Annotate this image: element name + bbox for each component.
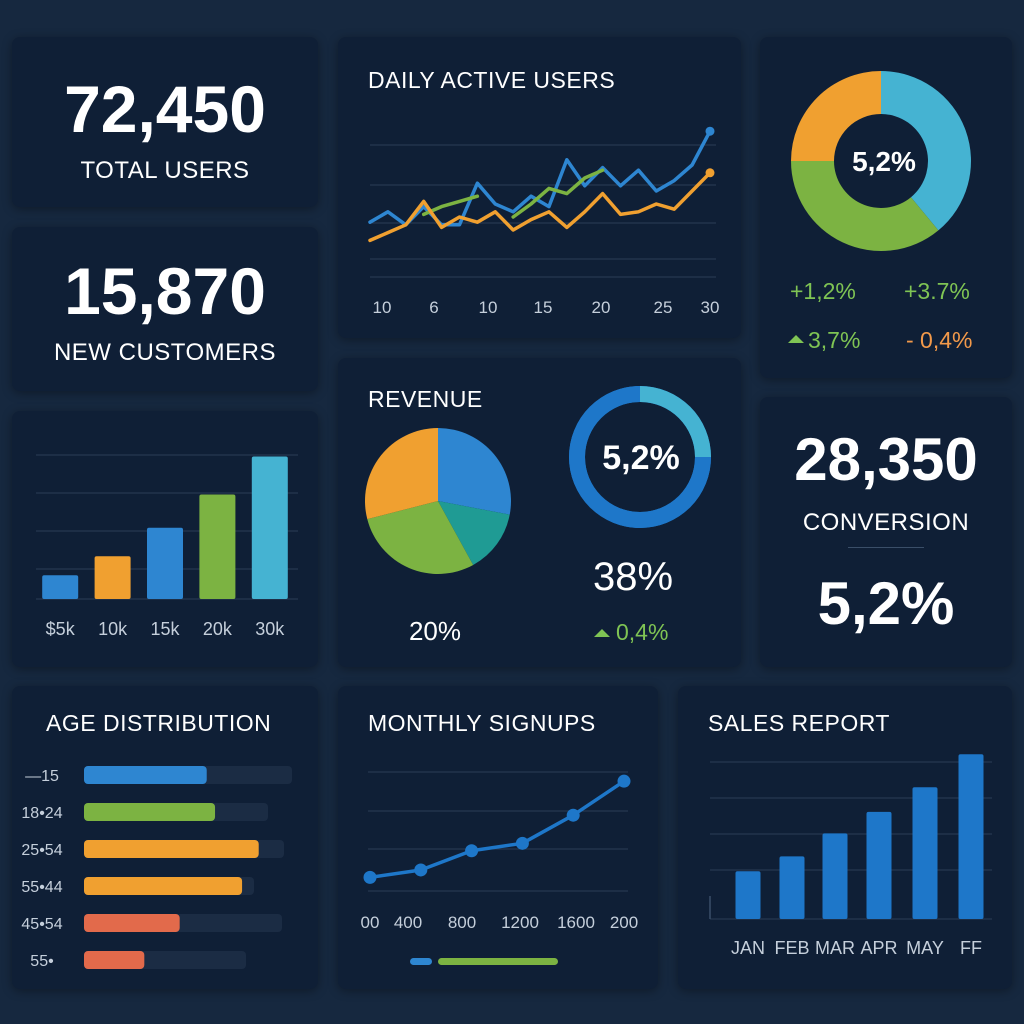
sales-report-chart: JAN FEB MAR APR MAY FF [709, 754, 992, 958]
sales-x-tick: MAY [906, 938, 944, 958]
dau-series-1-line-1 [511, 168, 605, 219]
signups-point [617, 774, 631, 788]
dau-series-2-line-0 [368, 171, 712, 243]
amounts-bar-chart: $5k 10k 15k 20k 30k [36, 454, 298, 639]
new-customers-value: 15,870 [64, 254, 266, 328]
monthly-signups-card: MONTHLY SIGNUPS 00 400 800 1200 1600 200 [338, 686, 658, 989]
revenue-pie-label: 20% [409, 616, 461, 646]
signups-point [465, 844, 479, 858]
signups-legend-swatch-green [438, 958, 558, 965]
amounts-x-tick: $5k [46, 619, 76, 639]
total-users-value: 72,450 [64, 72, 266, 146]
signups-legend-swatch-blue [410, 958, 432, 965]
revenue-charts: 20% 5,2% 38% 0,4% [365, 386, 711, 646]
amounts-x-tick: 30k [255, 619, 285, 639]
donut-stat-0: +1,2% [790, 278, 856, 304]
new-customers-card: 15,870 NEW CUSTOMERS [12, 227, 318, 391]
dau-series-2-endpoint [705, 168, 715, 178]
dau-x-tick: 25 [654, 298, 673, 317]
amounts-bar [94, 556, 131, 599]
age-label: 45•54 [21, 916, 62, 933]
sales-x-tick: MAR [815, 938, 855, 958]
sales-x-tick: JAN [731, 938, 765, 958]
monthly-signups-chart: 00 400 800 1200 1600 200 [361, 771, 638, 965]
conversion-value: 28,350 [794, 426, 978, 493]
dau-x-tick: 20 [592, 298, 611, 317]
age-bar [84, 766, 207, 784]
sales-x-tick: FF [960, 938, 982, 958]
signups-point [363, 870, 377, 884]
conversion-card: 28,350 CONVERSION 5,2% [760, 397, 1012, 667]
amounts-bar [251, 456, 288, 599]
age-bar [84, 914, 180, 932]
age-bar [84, 951, 145, 969]
donut-stat-1: +3.7% [904, 278, 970, 304]
dau-x-tick: 10 [479, 298, 498, 317]
triangle-up-icon [594, 629, 610, 637]
dau-series-0-endpoint [705, 126, 715, 136]
signups-x-tick: 1600 [557, 913, 595, 932]
signups-line [369, 779, 625, 880]
dau-x-tick: 30 [701, 298, 720, 317]
total-users-card: 72,450 TOTAL USERS [12, 37, 318, 207]
age-label: 18•24 [21, 805, 62, 822]
daily-active-users-card: DAILY ACTIVE USERS 10 6 10 15 20 25 30 [338, 37, 741, 338]
revenue-card: REVENUE 20% 5,2% 38% 0,4% [338, 358, 741, 667]
sales-bar [779, 856, 805, 919]
dau-x-tick: 10 [373, 298, 392, 317]
amounts-x-tick: 10k [98, 619, 128, 639]
sales-report-card: SALES REPORT JAN FEB MAR APR MAY FF [678, 686, 1012, 989]
age-label: —15 [25, 768, 59, 785]
signups-x-tick: 800 [448, 913, 476, 932]
sales-bar [958, 754, 984, 919]
sales-x-tick: APR [860, 938, 897, 958]
age-bar [84, 877, 243, 895]
conversion-divider [848, 547, 924, 548]
age-distribution-card: AGE DISTRIBUTION —15 18•24 25•54 55•44 45•54… [12, 686, 318, 989]
total-users-label: TOTAL USERS [80, 157, 250, 184]
amounts-bar [199, 494, 236, 599]
age-bar [84, 803, 216, 821]
donut-stat-3: - 0,4% [906, 327, 972, 353]
dau-x-tick: 6 [429, 298, 438, 317]
daily-active-users-chart: 10 6 10 15 20 25 30 [368, 126, 720, 317]
age-label: 25•54 [21, 842, 62, 859]
signups-point [414, 863, 428, 877]
revenue-ring-value: 38% [593, 555, 673, 599]
triangle-up-icon [788, 335, 804, 343]
sales-x-tick: FEB [774, 938, 809, 958]
conversion-rate: 5,2% [817, 570, 955, 637]
signups-point [566, 808, 580, 822]
revenue-change: 0,4% [616, 619, 668, 645]
donut-stats-card: 5,2% +1,2% +3.7% 3,7% - 0,4% [760, 37, 1012, 378]
sales-bar [822, 833, 848, 919]
revenue-ring-label: 5,2% [602, 439, 680, 477]
signups-point [515, 836, 529, 850]
amounts-bar-card: $5k 10k 15k 20k 30k [12, 411, 318, 667]
age-label: 55• [30, 953, 53, 970]
dau-x-tick: 15 [534, 298, 553, 317]
sales-bar [735, 871, 761, 919]
signups-x-tick: 1200 [501, 913, 539, 932]
amounts-x-tick: 20k [203, 619, 233, 639]
sales-bar [912, 787, 938, 919]
signups-x-tick: 200 [610, 913, 638, 932]
age-distribution-chart: —15 18•24 25•54 55•44 45•54 55• [21, 766, 292, 970]
sales-bar [866, 811, 892, 919]
revenue-pie-slice-0 [438, 428, 511, 515]
amounts-bar [147, 527, 183, 599]
signups-x-tick: 00 [361, 913, 380, 932]
signups-x-tick: 400 [394, 913, 422, 932]
new-customers-label: NEW CUSTOMERS [53, 339, 277, 366]
amounts-x-tick: 15k [150, 619, 180, 639]
donut-stats-chart: 5,2% +1,2% +3.7% 3,7% - 0,4% [788, 71, 972, 353]
conversion-label: CONVERSION [802, 509, 970, 536]
top-donut-center-label: 5,2% [852, 146, 916, 177]
age-bar [84, 840, 259, 858]
amounts-bar [42, 575, 79, 599]
age-label: 55•44 [21, 879, 62, 896]
donut-stat-2: 3,7% [808, 327, 860, 353]
